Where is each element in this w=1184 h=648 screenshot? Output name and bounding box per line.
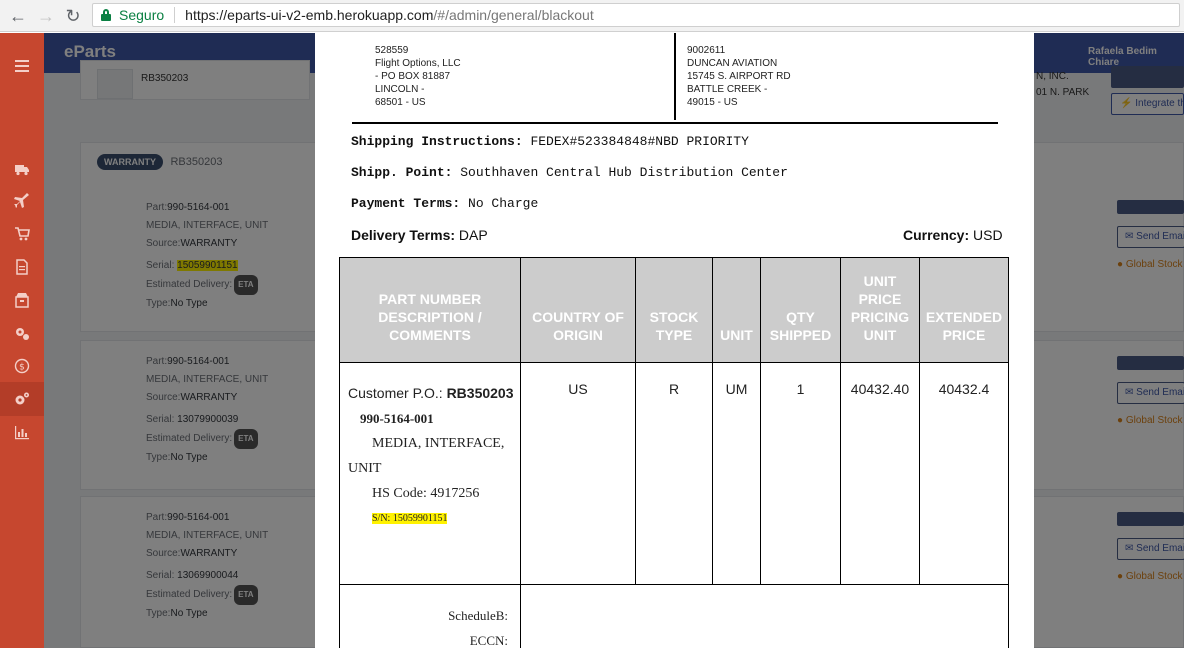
currency: Currency: USD <box>903 227 1003 243</box>
url-path: /#/admin/general/blackout <box>433 7 594 23</box>
ship-to-address: 9002611 DUNCAN AVIATION 15745 S. AIRPORT… <box>687 45 791 108</box>
payment-terms-label: Payment Terms: <box>351 196 461 211</box>
address-divider <box>674 33 676 120</box>
dollar-icon[interactable]: $ <box>0 349 44 383</box>
url-host: https://eparts-ui-v2-emb.herokuapp.com <box>185 7 434 23</box>
customer-po: Customer P.O.: RB350203 <box>348 381 520 406</box>
serial-number: S/N: 15059901151 <box>348 506 520 531</box>
browser-toolbar: ← → ↻ Seguro https://eparts-ui-v2-emb.he… <box>0 0 1184 32</box>
classification-values-cell <box>520 584 1009 648</box>
part-number: 990-5164-001 <box>360 411 434 426</box>
cart-icon[interactable] <box>0 217 44 251</box>
column-header: COUNTRY OF ORIGIN <box>520 257 636 363</box>
currency-label: Currency: <box>903 227 970 243</box>
unit-price-cell: 40432.40 <box>840 362 920 585</box>
shipping-instructions-value: FEDEX#523384848#NBD PRIORITY <box>530 134 749 149</box>
description-line-2: UNIT <box>348 461 382 476</box>
menu-icon[interactable] <box>0 49 44 83</box>
column-header: EXTENDED PRICE <box>919 257 1009 363</box>
eccn-label: ECCN: <box>469 633 508 648</box>
shipping-point-label: Shipp. Point: <box>351 165 453 180</box>
box-icon[interactable] <box>0 283 44 317</box>
delivery-terms: Delivery Terms: DAP <box>351 227 488 243</box>
country-cell: US <box>520 362 636 585</box>
table-row: ScheduleB: ECCN: <box>339 584 1009 648</box>
sidebar: $ <box>0 33 44 648</box>
extended-price-cell: 40432.4 <box>919 362 1009 585</box>
qty-cell: 1 <box>760 362 841 585</box>
shipping-point: Shipp. Point: Southhaven Central Hub Dis… <box>351 165 788 180</box>
invoice-table: PART NUMBER DESCRIPTION / COMMENTS COUNT… <box>339 257 1009 648</box>
column-header: QTY SHIPPED <box>760 257 841 363</box>
svg-text:$: $ <box>19 363 25 373</box>
lock-icon <box>101 9 111 21</box>
table-row: Customer P.O.: RB350203 990-5164-001 MED… <box>339 362 1009 585</box>
back-icon[interactable]: ← <box>5 3 31 29</box>
header-rule <box>352 122 998 124</box>
shipping-instructions-label: Shipping Instructions: <box>351 134 523 149</box>
shipping-instructions: Shipping Instructions: FEDEX#523384848#N… <box>351 134 749 149</box>
description-cell: Customer P.O.: RB350203 990-5164-001 MED… <box>339 362 521 585</box>
secure-label: Seguro <box>119 7 165 23</box>
unit-cell: UM <box>712 362 761 585</box>
forward-icon[interactable]: → <box>33 3 59 29</box>
ship-from-address: 528559 Flight Options, LLC - PO BOX 8188… <box>375 45 461 108</box>
schedule-b-label: ScheduleB: <box>448 608 508 623</box>
address-separator <box>174 7 176 23</box>
column-header: STOCK TYPE <box>635 257 713 363</box>
currency-value: USD <box>973 227 1003 243</box>
plane-icon[interactable] <box>0 184 44 218</box>
customer-po-value: RB350203 <box>446 385 514 401</box>
delivery-terms-value: DAP <box>458 227 488 243</box>
gears-icon[interactable] <box>0 382 44 416</box>
column-header: UNIT <box>712 257 761 363</box>
description-line-1: MEDIA, INTERFACE, <box>372 436 505 451</box>
truck-icon[interactable] <box>0 152 44 186</box>
settings-icon[interactable] <box>0 316 44 350</box>
address-bar[interactable]: Seguro https://eparts-ui-v2-emb.herokuap… <box>92 3 1180 27</box>
payment-terms: Payment Terms: No Charge <box>351 196 538 211</box>
chart-icon[interactable] <box>0 415 44 449</box>
table-header-row: PART NUMBER DESCRIPTION / COMMENTS COUNT… <box>339 257 1009 363</box>
hs-code: HS Code: 4917256 <box>372 486 480 501</box>
classification-cell: ScheduleB: ECCN: <box>339 584 521 648</box>
delivery-terms-label: Delivery Terms: <box>351 227 456 243</box>
serial-number-value: S/N: 15059901151 <box>372 513 448 524</box>
column-header: UNIT PRICE PRICING UNIT <box>840 257 920 363</box>
customer-po-label: Customer P.O.: <box>348 385 443 401</box>
stock-type-cell: R <box>635 362 713 585</box>
document-icon[interactable] <box>0 250 44 284</box>
reload-icon[interactable]: ↻ <box>60 3 86 29</box>
shipping-point-value: Southhaven Central Hub Distribution Cent… <box>460 165 788 180</box>
column-header: PART NUMBER DESCRIPTION / COMMENTS <box>339 257 521 363</box>
payment-terms-value: No Charge <box>468 196 539 211</box>
